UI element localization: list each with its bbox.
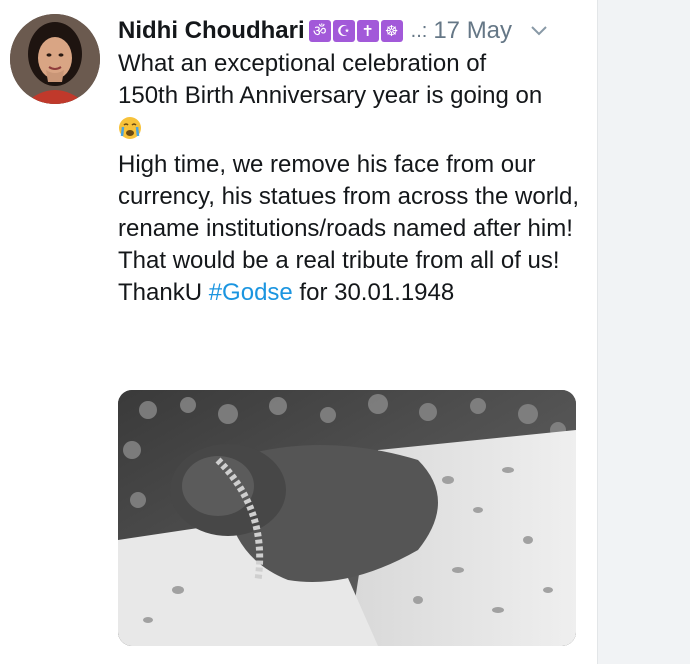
side-panel [597,0,690,664]
avatar[interactable] [10,14,100,104]
text-line: 150th Birth Anniversary year is going on [118,82,543,109]
emoji-badges: ॐ ☪ ✝ ☸ [307,20,403,42]
separator: ..: [410,19,428,42]
tweet-text: What an exceptional celebration of 150th… [118,48,588,309]
text-line: What an exceptional celebration of [118,50,487,77]
tweet-header: Nidhi Choudhari ॐ ☪ ✝ ☸ ..: 17 May [118,14,548,48]
om-badge: ॐ [308,20,331,42]
chevron-down-icon[interactable] [530,25,548,37]
crescent-badge: ☪ [332,20,355,42]
thanks-prefix: ThankU [118,279,209,306]
author-name[interactable]: Nidhi Choudhari [118,17,305,45]
paragraph: That would be a real tribute from all of… [118,247,560,274]
tweet-card[interactable]: Nidhi Choudhari ॐ ☪ ✝ ☸ ..: 17 May What … [0,0,690,664]
dharma-wheel-badge: ☸ [380,20,403,42]
thanks-suffix: for 30.01.1948 [292,279,455,306]
crying-face-icon [118,116,142,140]
attached-photo[interactable] [118,390,576,646]
cross-badge: ✝ [356,20,379,42]
hashtag-link[interactable]: #Godse [209,279,293,306]
timestamp[interactable]: 17 May [433,17,512,45]
paragraph: High time, we remove his face from our c… [118,151,580,242]
thanks-line: ThankU #Godse for 30.01.1948 [118,277,588,309]
